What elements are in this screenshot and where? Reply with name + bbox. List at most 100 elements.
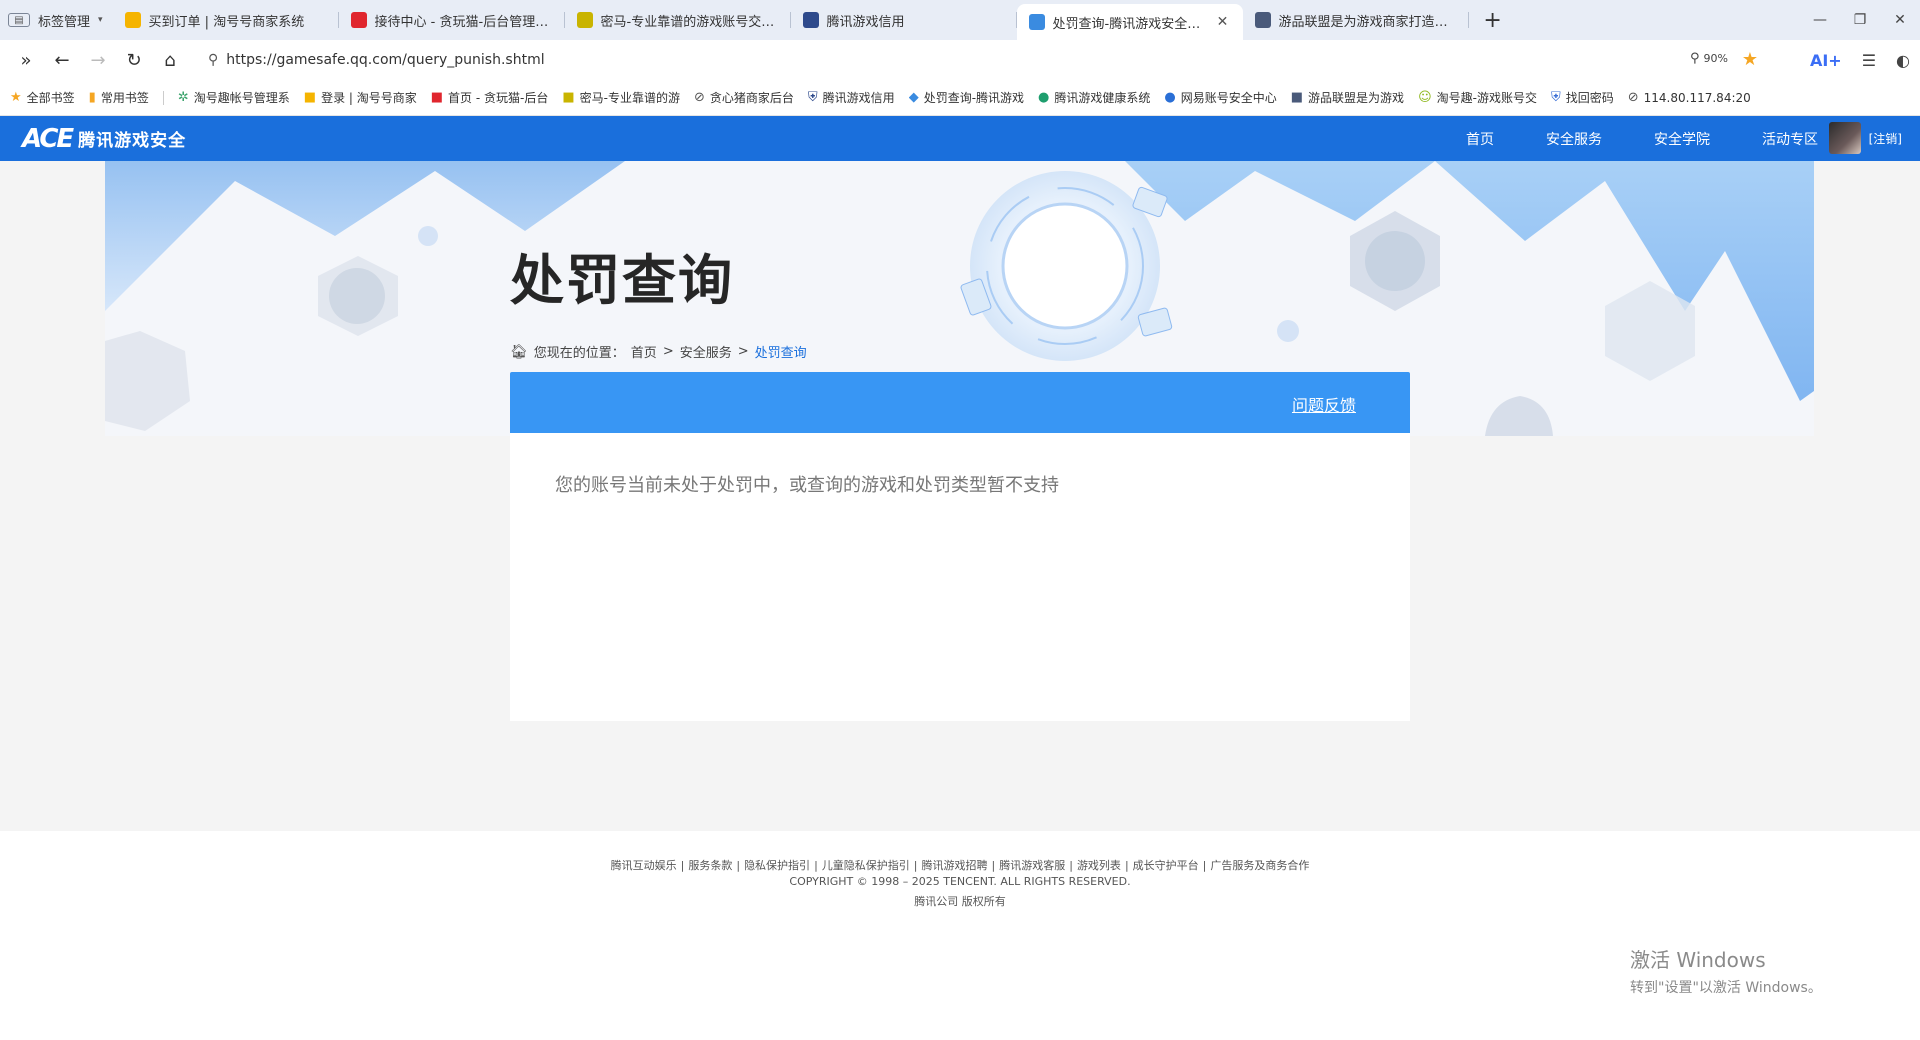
favicon-icon: [576, 12, 593, 28]
url-input[interactable]: [226, 52, 1527, 68]
new-tab-button[interactable]: +: [1475, 2, 1511, 38]
site-nav-item[interactable]: 首页: [1466, 129, 1494, 149]
footer-link[interactable]: 游戏列表: [1077, 857, 1121, 873]
bookmark-label: 贪心猪商家后台: [709, 91, 794, 105]
bookmark-label: 全部书签: [26, 91, 75, 105]
browser-tab[interactable]: 处罚查询-腾讯游戏安全中心官 ✕: [1016, 4, 1243, 40]
logo-text: 腾讯游戏安全: [78, 131, 187, 151]
bookmark-item[interactable]: ⊘ 贪心猪商家后台: [694, 89, 794, 106]
site-logo[interactable]: ACE 腾讯游戏安全: [22, 124, 186, 154]
bookmark-item[interactable]: ★ 全部书签: [10, 89, 75, 106]
avatar[interactable]: [1828, 122, 1861, 154]
chevron-down-icon: ▾: [98, 15, 103, 25]
link-icon: ⊘: [1627, 90, 1639, 105]
bookmark-item[interactable]: ▮ 常用书签: [89, 89, 149, 106]
bookmark-label: 网易账号安全中心: [1180, 91, 1277, 105]
footer-link[interactable]: 隐私保护指引: [744, 857, 810, 873]
toolbar-right: AI+ ☰ ◐: [1810, 40, 1910, 80]
browser-toolbar: » ← → ↻ ⌂ ⚲ ⚲ 90% ★: [0, 40, 1920, 80]
double-chevron-right-icon: »: [20, 49, 32, 71]
sidebar-toggle-button[interactable]: »: [8, 44, 44, 76]
browser-tab[interactable]: 腾讯游戏信用: [791, 0, 1017, 40]
breadcrumb-item-home[interactable]: 首页: [631, 342, 657, 361]
bookmark-item[interactable]: ■ 密马-专业靠谱的游: [562, 89, 680, 106]
ace-logo-mark: ACE: [22, 123, 74, 154]
tab-title: 游品联盟是为游戏商家打造的专: [1278, 14, 1457, 30]
browser-tab[interactable]: 游品联盟是为游戏商家打造的专: [1243, 0, 1469, 40]
bookmark-item[interactable]: ⛨ 腾讯游戏信用: [808, 89, 895, 106]
arrow-right-icon: →: [90, 49, 106, 71]
tab-strip: 买到订单 | 淘号号商家系统 接待中心 - 贪玩猫-后台管理系统 密马-专业靠谱的游…: [113, 0, 1469, 40]
browser-tab[interactable]: 接待中心 - 贪玩猫-后台管理系统: [339, 0, 565, 40]
breadcrumb-separator: >: [737, 344, 749, 359]
favicon-icon: [802, 12, 819, 28]
bookmark-item[interactable]: ✲ 淘号趣帐号管理系: [178, 89, 290, 106]
logout-link[interactable]: [注销]: [1869, 130, 1902, 147]
logo-icon: ■: [1290, 90, 1304, 105]
home-button[interactable]: ⌂: [152, 44, 188, 76]
ai-button[interactable]: AI+: [1810, 51, 1842, 70]
breadcrumb-item-security-services[interactable]: 安全服务: [680, 342, 732, 361]
user-area: [注销]: [1828, 122, 1902, 154]
zoom-indicator[interactable]: ⚲ 90%: [1690, 51, 1728, 66]
reload-button[interactable]: ↻: [116, 44, 152, 76]
site-nav-item[interactable]: 安全学院: [1654, 129, 1710, 149]
breadcrumb: 🏠︎ 您现在的位置： 首页 > 安全服务 > 处罚查询: [510, 342, 807, 362]
footer-link[interactable]: 儿童隐私保护指引: [822, 857, 910, 873]
bookmark-item[interactable]: ◆ 处罚查询-腾讯游戏: [909, 89, 1024, 106]
browser-tab-bar: ▤ 标签管理 ▾ 买到订单 | 淘号号商家系统 接待中心 - 贪玩猫-后台管理系统…: [0, 0, 1920, 40]
browser-tab[interactable]: 买到订单 | 淘号号商家系统: [113, 0, 339, 40]
footer-company: 腾讯公司 版权所有: [914, 895, 1006, 908]
tab-manager-label: 标签管理: [38, 14, 91, 30]
breadcrumb-prefix: 您现在的位置：: [533, 346, 625, 361]
reload-icon: ↻: [126, 49, 142, 71]
bookmark-item[interactable]: ⊘ 114.80.117.84:20: [1628, 90, 1751, 105]
face-icon: ☺: [1418, 90, 1432, 105]
site-nav-item[interactable]: 安全服务: [1546, 129, 1602, 149]
bookmark-label: 登录 | 淘号号商家: [321, 91, 417, 105]
feedback-link[interactable]: 问题反馈: [1292, 392, 1356, 416]
bookmark-label: 腾讯游戏健康系统: [1054, 91, 1151, 105]
tab-manager-icon: ▤: [8, 13, 30, 27]
tab-title: 密马-专业靠谱的游戏账号交易平: [600, 14, 779, 30]
circle-icon: ●: [1164, 90, 1176, 105]
bookmark-item[interactable]: ■ 首页 - 贪玩猫-后台: [431, 89, 549, 106]
bookmark-label: 114.80.117.84:20: [1643, 90, 1751, 105]
bookmark-label: 淘号趣-游戏账号交: [1436, 91, 1537, 105]
minimize-button[interactable]: —: [1800, 0, 1840, 40]
reading-list-icon[interactable]: ☰: [1862, 51, 1876, 70]
restore-button[interactable]: ❐: [1840, 0, 1880, 40]
bookmark-item[interactable]: ■ 游品联盟是为游戏: [1291, 89, 1404, 106]
tab-title: 接待中心 - 贪玩猫-后台管理系统: [374, 14, 553, 30]
bookmark-item[interactable]: ● 腾讯游戏健康系统: [1038, 89, 1150, 106]
result-panel-header: 问题反馈: [510, 372, 1410, 433]
footer-link[interactable]: 腾讯游戏招聘: [922, 857, 988, 873]
footer-link[interactable]: 广告服务及商务合作: [1210, 857, 1309, 873]
close-window-button[interactable]: ✕: [1880, 0, 1920, 40]
page-title: 处罚查询: [510, 249, 734, 312]
bookmark-separator: [162, 90, 164, 105]
forward-button[interactable]: →: [80, 44, 116, 76]
footer-link[interactable]: 成长守护平台: [1133, 857, 1199, 873]
bookmark-star-icon[interactable]: ★: [1742, 49, 1758, 70]
bookmark-item[interactable]: ● 网易账号安全中心: [1164, 89, 1276, 106]
bookmark-label: 游品联盟是为游戏: [1308, 91, 1405, 105]
address-bar[interactable]: ⚲ ⚲ 90% ★: [198, 45, 1758, 75]
tab-manager[interactable]: ▤ 标签管理 ▾: [0, 0, 113, 40]
close-tab-icon[interactable]: ✕: [1215, 14, 1231, 30]
browser-tab[interactable]: 密马-专业靠谱的游戏账号交易平: [565, 0, 791, 40]
bookmark-item[interactable]: ☺ 淘号趣-游戏账号交: [1418, 89, 1537, 106]
theme-icon[interactable]: ◐: [1896, 51, 1910, 70]
window-controls: — ❐ ✕: [1800, 0, 1920, 40]
bookmark-item[interactable]: ■ 登录 | 淘号号商家: [304, 89, 417, 106]
favicon-icon: [124, 12, 141, 28]
logo-icon: ■: [303, 90, 317, 105]
back-button[interactable]: ←: [44, 44, 80, 76]
site-nav-item[interactable]: 活动专区: [1762, 129, 1818, 149]
site-nav: 首页 安全服务 安全学院 活动专区: [1466, 116, 1818, 161]
bookmark-item[interactable]: ⛨ 找回密码: [1551, 89, 1614, 106]
footer-link[interactable]: 腾讯互动娱乐: [611, 857, 677, 873]
footer-link[interactable]: 腾讯游戏客服: [999, 857, 1065, 873]
footer-link[interactable]: 服务条款: [688, 857, 732, 873]
tab-title: 腾讯游戏信用: [826, 14, 905, 30]
